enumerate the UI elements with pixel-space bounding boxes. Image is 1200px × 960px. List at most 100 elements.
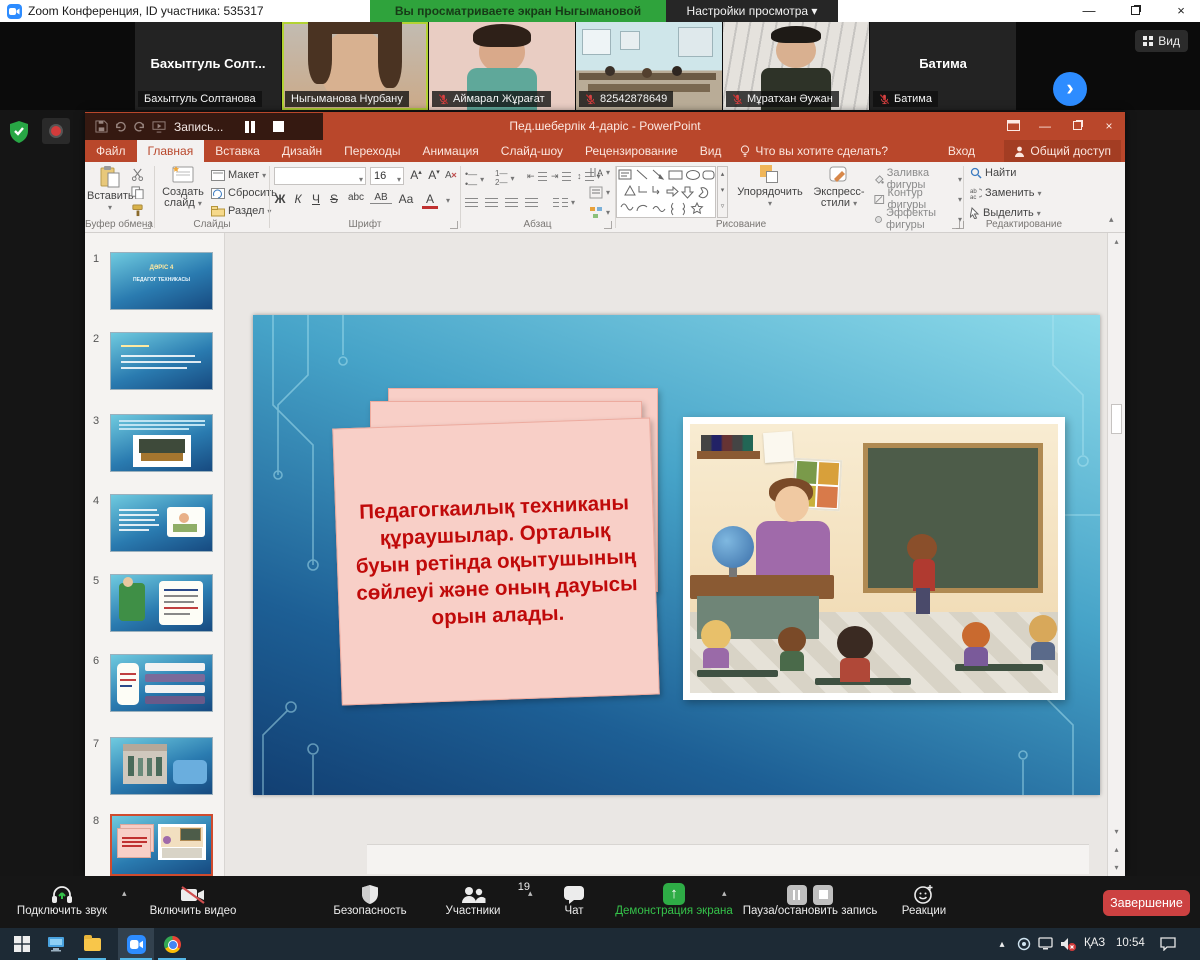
stop-record-icon[interactable] bbox=[813, 885, 833, 905]
next-participants-page-button[interactable]: › bbox=[1053, 72, 1087, 106]
scroll-down-arrow[interactable]: ▾ bbox=[1108, 827, 1125, 836]
share-button[interactable]: Общий доступ bbox=[1004, 140, 1121, 162]
sign-in-link[interactable]: Вход bbox=[948, 140, 975, 162]
font-dialog-launcher[interactable] bbox=[450, 221, 458, 229]
video-tile-nygymanova[interactable]: Ныгыманова Нурбану bbox=[282, 22, 428, 110]
tab-transitions[interactable]: Переходы bbox=[333, 140, 411, 162]
shape-effects-button[interactable]: Эффекты фигуры▾ bbox=[874, 207, 962, 231]
decrease-indent-button[interactable]: ⇤ bbox=[527, 171, 547, 182]
slide-thumbnail-8-selected[interactable] bbox=[110, 814, 213, 876]
justify-button[interactable] bbox=[525, 198, 538, 207]
view-settings-dropdown[interactable]: Настройки просмотра ▾ bbox=[666, 0, 838, 22]
text-direction-button[interactable]: А▾ bbox=[589, 166, 610, 179]
current-slide[interactable]: Педагогкаилық техниканы құраушылар. Орта… bbox=[253, 315, 1100, 795]
slide-thumbnail-4[interactable] bbox=[110, 494, 213, 552]
ppt-close-button[interactable]: × bbox=[1093, 112, 1125, 140]
share-options-chevron[interactable]: ▴ bbox=[722, 888, 727, 899]
join-audio-button[interactable]: Подключить звук bbox=[10, 881, 114, 917]
video-tile-classroom[interactable]: 82542878649 bbox=[576, 22, 722, 110]
slide-thumbnail-6[interactable] bbox=[110, 654, 213, 712]
show-hidden-icons[interactable]: ▴ bbox=[990, 932, 1014, 956]
section-button[interactable]: Раздел▾ bbox=[211, 205, 271, 217]
antivirus-shield-icon[interactable] bbox=[8, 120, 30, 144]
reactions-button[interactable]: Реакции bbox=[892, 881, 956, 917]
security-button[interactable]: Безопасность bbox=[326, 881, 414, 917]
replace-button[interactable]: abac Заменить▾ bbox=[970, 187, 1041, 199]
end-meeting-button[interactable]: Завершение bbox=[1103, 890, 1190, 916]
grow-font-button[interactable]: А▴ bbox=[408, 168, 424, 182]
tell-me-box[interactable]: Что вы хотите сделать? bbox=[732, 140, 896, 162]
ppt-restore-button[interactable] bbox=[1061, 112, 1093, 140]
view-layout-button[interactable]: Вид bbox=[1135, 30, 1188, 52]
tab-view[interactable]: Вид bbox=[689, 140, 733, 162]
video-tile-aimaral[interactable]: Аймарал Жұрағат bbox=[429, 22, 575, 110]
paragraph-dialog-launcher[interactable] bbox=[604, 221, 612, 229]
shapes-gallery-scroll[interactable]: ▴▾▿ bbox=[717, 166, 728, 218]
format-painter-button[interactable] bbox=[131, 204, 144, 217]
tab-insert[interactable]: Вставка bbox=[204, 140, 271, 162]
tab-review[interactable]: Рецензирование bbox=[574, 140, 689, 162]
audio-options-chevron[interactable]: ▴ bbox=[122, 888, 127, 899]
language-indicator[interactable]: ҚАЗ bbox=[1084, 937, 1105, 949]
clipboard-dialog-launcher[interactable] bbox=[143, 221, 151, 229]
network-tray-icon[interactable] bbox=[1034, 932, 1058, 956]
action-center-icon[interactable] bbox=[1156, 932, 1180, 956]
minimize-button[interactable]: — bbox=[1072, 0, 1106, 22]
vertical-scrollbar[interactable]: ▴ ▾ ▴ ▾ bbox=[1107, 233, 1125, 876]
participants-chevron[interactable]: ▴ bbox=[528, 888, 533, 899]
columns-button[interactable]: ▾ bbox=[553, 198, 575, 207]
this-pc-taskbar-icon[interactable] bbox=[44, 932, 68, 956]
share-screen-button[interactable]: ↑ Демонстрация экрана bbox=[608, 881, 740, 917]
chat-button[interactable]: Чат bbox=[548, 881, 600, 917]
maximize-button[interactable] bbox=[1118, 0, 1152, 22]
pause-record-icon[interactable] bbox=[787, 885, 807, 905]
tab-home[interactable]: Главная bbox=[137, 140, 205, 162]
convert-smartart-button[interactable]: ▾ bbox=[589, 206, 610, 219]
font-color-dropdown[interactable]: ▾ bbox=[440, 196, 456, 205]
chrome-taskbar-icon[interactable] bbox=[160, 932, 184, 956]
align-right-button[interactable] bbox=[505, 198, 518, 207]
participants-button[interactable]: 19 Участники bbox=[430, 881, 516, 917]
redo-icon[interactable] bbox=[133, 120, 146, 133]
ribbon-display-options-button[interactable] bbox=[997, 112, 1029, 140]
clear-formatting-button[interactable]: A bbox=[444, 168, 460, 181]
underline-button[interactable]: Ч bbox=[308, 192, 324, 206]
copy-button[interactable] bbox=[131, 186, 144, 199]
start-video-button[interactable]: Включить видео bbox=[138, 881, 248, 917]
video-tile-bakhytgul[interactable]: Бахытгуль Солт... Бахытгуль Солтанова bbox=[135, 22, 281, 110]
find-button[interactable]: Найти bbox=[970, 167, 1016, 179]
editing-dialog-launcher[interactable] bbox=[956, 221, 964, 229]
reset-button[interactable]: Сбросить bbox=[211, 187, 277, 199]
pause-stop-recording-button[interactable]: Пауза/остановить запись bbox=[740, 881, 880, 917]
next-slide-button[interactable]: ▾ bbox=[1108, 863, 1125, 872]
tab-slideshow[interactable]: Слайд-шоу bbox=[490, 140, 574, 162]
shrink-font-button[interactable]: А▾ bbox=[426, 168, 442, 182]
pause-recording-icon[interactable] bbox=[245, 121, 255, 133]
slide-thumbnail-2[interactable] bbox=[110, 332, 213, 390]
scrollbar-thumb[interactable] bbox=[1111, 404, 1122, 434]
align-text-button[interactable]: ▾ bbox=[589, 186, 610, 199]
quick-styles-button[interactable]: Экспресс-стили ▾ bbox=[808, 165, 870, 209]
start-slideshow-icon[interactable] bbox=[152, 120, 166, 133]
start-button[interactable] bbox=[10, 932, 34, 956]
layout-button[interactable]: Макет▾ bbox=[211, 169, 266, 181]
arrange-button[interactable]: Упорядочить▾ bbox=[734, 165, 806, 209]
scroll-up-arrow[interactable]: ▴ bbox=[1108, 237, 1125, 246]
previous-slide-button[interactable]: ▴ bbox=[1108, 845, 1125, 854]
tray-app-icon[interactable] bbox=[1012, 932, 1036, 956]
font-color-button[interactable]: А bbox=[422, 192, 438, 209]
slide-thumbnail-7[interactable] bbox=[110, 737, 213, 795]
save-icon[interactable] bbox=[95, 120, 108, 133]
stop-recording-icon[interactable] bbox=[273, 121, 284, 132]
zoom-taskbar-tile[interactable] bbox=[118, 928, 154, 960]
tab-file[interactable]: Файл bbox=[85, 140, 137, 162]
clock[interactable]: 10:54 bbox=[1116, 937, 1145, 949]
paste-button[interactable]: Вставить▾ bbox=[87, 165, 133, 213]
select-button[interactable]: Выделить▾ bbox=[970, 207, 1041, 219]
collapse-ribbon-button[interactable]: ▴ bbox=[1109, 214, 1114, 225]
change-case-button[interactable]: Aa bbox=[396, 192, 416, 206]
slide-thumbnail-3[interactable] bbox=[110, 414, 213, 472]
character-spacing-button[interactable]: АВ bbox=[370, 192, 392, 204]
shapes-gallery[interactable] bbox=[616, 166, 716, 218]
cut-button[interactable] bbox=[131, 168, 144, 181]
